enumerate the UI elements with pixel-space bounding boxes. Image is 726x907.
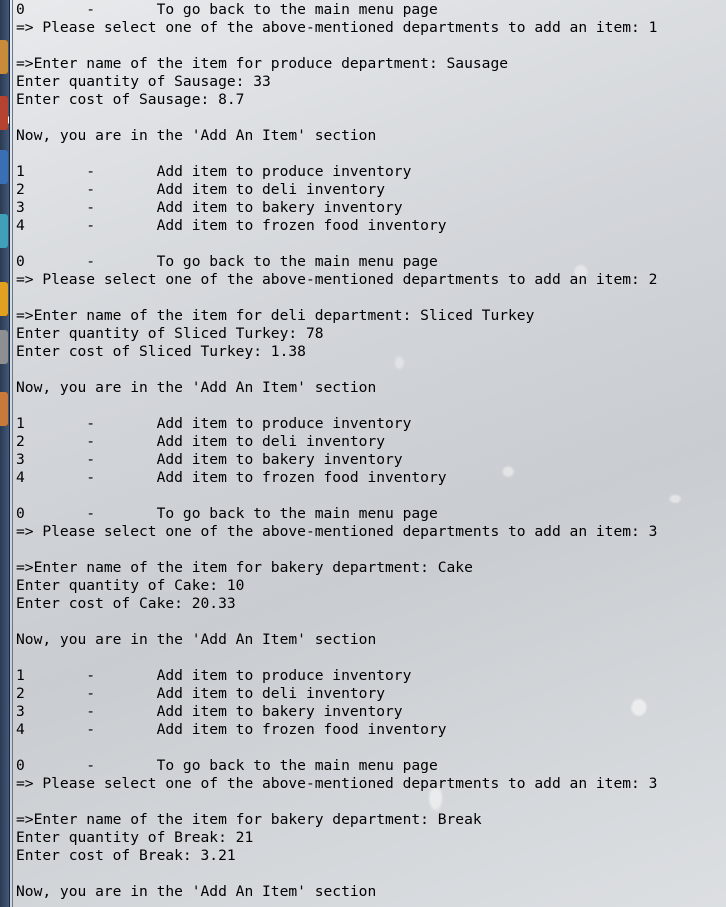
terminal-line: 2 - Add item to deli inventory [16, 181, 386, 198]
terminal-line: =>Enter name of the item for deli depart… [16, 307, 535, 324]
terminal-line: Now, you are in the 'Add An Item' sectio… [16, 379, 377, 396]
launcher-dock [0, 0, 10, 907]
terminal-line: Now, you are in the 'Add An Item' sectio… [16, 631, 377, 648]
terminal-line: Enter cost of Sliced Turkey: 1.38 [16, 343, 306, 360]
terminal-line: Enter quantity of Break: 21 [16, 829, 254, 846]
terminal-line: =>Enter name of the item for produce dep… [16, 55, 509, 72]
terminal-line: => Please select one of the above-mentio… [16, 775, 658, 792]
terminal-output[interactable]: 0 - To go back to the main menu page => P… [16, 1, 726, 901]
terminal-line: Now, you are in the 'Add An Item' sectio… [16, 127, 377, 144]
terminal-window[interactable]: 0 - To go back to the main menu page => P… [12, 0, 726, 907]
office-icon[interactable] [0, 150, 8, 184]
terminal-line: 1 - Add item to produce inventory [16, 163, 412, 180]
software-center-icon[interactable] [0, 282, 8, 316]
terminal-line: 2 - Add item to deli inventory [16, 685, 386, 702]
terminal-line: => Please select one of the above-mentio… [16, 19, 658, 36]
terminal-line: 0 - To go back to the main menu page [16, 757, 438, 774]
terminal-line: 0 - To go back to the main menu page [16, 1, 438, 18]
terminal-line: 3 - Add item to bakery inventory [16, 199, 403, 216]
terminal-icon[interactable] [0, 214, 8, 248]
terminal-line: Now, you are in the 'Add An Item' sectio… [16, 883, 377, 900]
browser-icon[interactable] [0, 96, 8, 130]
terminal-line: Enter quantity of Sliced Turkey: 78 [16, 325, 324, 342]
terminal-line: 3 - Add item to bakery inventory [16, 451, 403, 468]
terminal-line: 1 - Add item to produce inventory [16, 667, 412, 684]
terminal-line: => Please select one of the above-mentio… [16, 271, 658, 288]
terminal-line: =>Enter name of the item for bakery depa… [16, 811, 482, 828]
terminal-line: => Please select one of the above-mentio… [16, 523, 658, 540]
terminal-line: Enter cost of Cake: 20.33 [16, 595, 236, 612]
terminal-line: Enter cost of Break: 3.21 [16, 847, 236, 864]
terminal-line: 0 - To go back to the main menu page [16, 253, 438, 270]
terminal-line: Enter cost of Sausage: 8.7 [16, 91, 245, 108]
apps-icon[interactable] [0, 392, 8, 426]
terminal-line: Enter quantity of Sausage: 33 [16, 73, 271, 90]
terminal-line: 4 - Add item to frozen food inventory [16, 721, 447, 738]
terminal-line: 3 - Add item to bakery inventory [16, 703, 403, 720]
files-icon[interactable] [0, 40, 8, 74]
terminal-line: 1 - Add item to produce inventory [16, 415, 412, 432]
terminal-line: =>Enter name of the item for bakery depa… [16, 559, 473, 576]
terminal-line: Enter quantity of Cake: 10 [16, 577, 245, 594]
settings-icon[interactable] [0, 330, 8, 364]
terminal-line: 2 - Add item to deli inventory [16, 433, 386, 450]
terminal-line: 0 - To go back to the main menu page [16, 505, 438, 522]
terminal-line: 4 - Add item to frozen food inventory [16, 469, 447, 486]
terminal-line: 4 - Add item to frozen food inventory [16, 217, 447, 234]
